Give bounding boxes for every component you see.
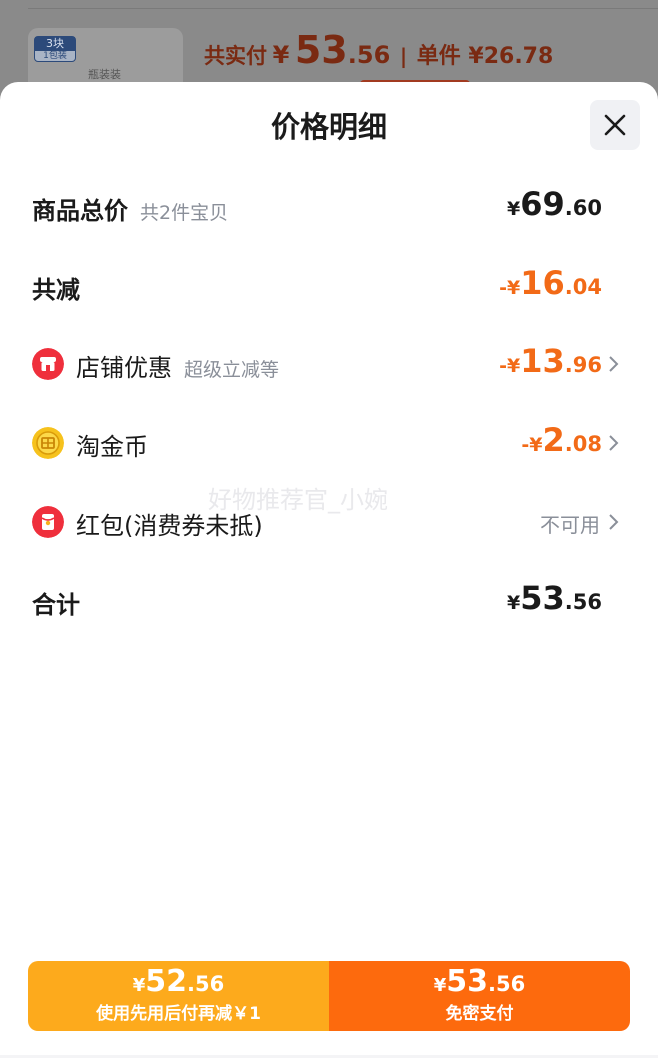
currency-symbol: -¥ xyxy=(499,277,521,299)
currency-symbol: ¥ xyxy=(507,198,521,220)
chevron-right-icon xyxy=(609,514,619,530)
price-detail-sheet: 价格明细 商品总价 共2件宝贝 ¥69.60 共减 -¥16.04 店铺优惠 超级立… xyxy=(0,82,658,1058)
amount-dec: .96 xyxy=(564,353,602,377)
password-free-pay-label: 免密支付 xyxy=(445,1004,514,1024)
gold-coin-amount: -¥2.08 xyxy=(521,421,602,459)
amount-int: 2 xyxy=(542,421,565,459)
amount-int: 52 xyxy=(145,964,188,999)
sheet-title: 价格明细 xyxy=(270,110,387,144)
watermark: 好物推荐官_小婉 xyxy=(208,486,388,514)
shop-discount-row[interactable]: 店铺优惠 超级立减等 -¥13.96 xyxy=(0,336,658,392)
shop-icon xyxy=(32,348,64,380)
goods-total-row: 商品总价 共2件宝贝 ¥69.60 xyxy=(0,179,658,235)
shop-discount-amount: -¥13.96 xyxy=(499,342,602,380)
goods-total-label: 商品总价 共2件宝贝 xyxy=(32,191,228,226)
amount-dec: .56 xyxy=(564,590,602,614)
shop-discount-label-text: 店铺优惠 xyxy=(76,354,172,382)
pay-later-button[interactable]: ¥52.56 使用先用后付再减￥1 xyxy=(28,961,329,1031)
total-reduce-label: 共减 xyxy=(32,276,80,304)
amount-int: 69 xyxy=(520,185,565,223)
background-total-price: 共实付 ¥ 53.56 | 单件 ¥26.78 xyxy=(204,28,553,72)
shop-discount-label: 店铺优惠 超级立减等 xyxy=(76,348,279,383)
badge-bottom-text: 1包装 xyxy=(43,51,67,61)
background-unit-price: 单件 ¥26.78 xyxy=(416,44,554,69)
pay-later-label: 使用先用后付再减￥1 xyxy=(96,1004,261,1024)
amount-dec: .56 xyxy=(488,972,526,996)
red-packet-status: 不可用 xyxy=(540,513,600,537)
total-reduce-row: 共减 -¥16.04 xyxy=(0,258,658,314)
currency-symbol: -¥ xyxy=(499,355,521,377)
amount-int: 13 xyxy=(520,342,565,380)
amount-dec: .04 xyxy=(564,275,602,299)
quantity-badge: 3块 1包装 xyxy=(34,36,76,62)
amount-int: 53 xyxy=(520,579,565,617)
background-separator: | xyxy=(399,44,408,68)
password-free-pay-button[interactable]: ¥53.56 免密支付 xyxy=(329,961,630,1031)
chevron-right-icon xyxy=(609,356,619,372)
gold-coin-icon xyxy=(32,427,64,459)
currency-symbol: ¥ xyxy=(507,592,521,614)
total-reduce-amount: -¥16.04 xyxy=(499,264,602,302)
pay-later-price: ¥52.56 xyxy=(28,961,329,1003)
sum-amount: ¥53.56 xyxy=(507,579,602,617)
gold-coin-label: 淘金币 xyxy=(76,433,148,461)
pay-bar: ¥52.56 使用先用后付再减￥1 ¥53.56 免密支付 xyxy=(28,961,630,1031)
currency-symbol: ¥ xyxy=(132,975,146,996)
background-total-int: 53 xyxy=(294,28,348,72)
background-total-label: 共实付 xyxy=(204,44,267,68)
password-free-pay-price: ¥53.56 xyxy=(329,961,630,1003)
amount-dec: .08 xyxy=(564,432,602,456)
red-packet-icon xyxy=(32,506,64,538)
goods-total-amount: ¥69.60 xyxy=(507,185,602,223)
close-icon xyxy=(604,114,626,136)
background-total-symbol: ¥ xyxy=(272,41,290,69)
sum-label: 合计 xyxy=(32,591,80,619)
shop-discount-sub: 超级立减等 xyxy=(184,359,280,381)
currency-symbol: ¥ xyxy=(433,975,447,996)
currency-symbol: -¥ xyxy=(521,434,543,456)
sum-row: 合计 ¥53.56 xyxy=(0,573,658,629)
pack-text: 瓶装装 xyxy=(88,68,121,81)
background-divider xyxy=(28,8,658,9)
gold-coin-row[interactable]: 淘金币 -¥2.08 xyxy=(0,415,658,471)
amount-dec: .56 xyxy=(187,972,225,996)
chevron-right-icon xyxy=(609,435,619,451)
badge-top-text: 3块 xyxy=(35,37,75,51)
close-button[interactable] xyxy=(590,100,640,150)
amount-int: 16 xyxy=(520,264,565,302)
amount-dec: .60 xyxy=(564,196,602,220)
amount-int: 53 xyxy=(446,964,489,999)
background-total-dec: .56 xyxy=(347,41,391,69)
goods-total-label-text: 商品总价 xyxy=(32,197,128,225)
goods-count-text: 共2件宝贝 xyxy=(140,202,229,224)
